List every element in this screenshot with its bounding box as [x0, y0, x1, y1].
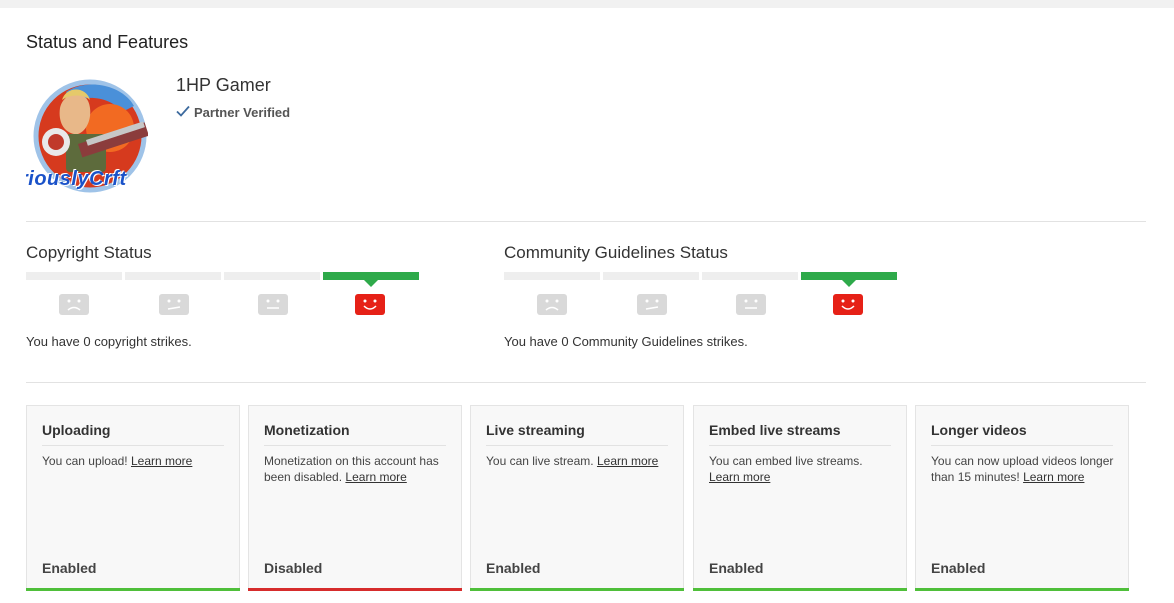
divider	[26, 221, 1146, 222]
community-progress	[504, 272, 897, 287]
copyright-status: Copyright Status You have 0 copyright st…	[26, 243, 426, 349]
feature-card-live-streaming: Live streaming You can live stream. Lear…	[470, 405, 684, 591]
community-level-1	[504, 272, 600, 280]
status-bar-disabled	[248, 588, 462, 591]
community-level-2	[603, 272, 699, 280]
feature-description: You can upload! Learn more	[42, 454, 193, 468]
copyright-level-2	[125, 272, 221, 280]
learn-more-link[interactable]: Learn more	[709, 470, 770, 484]
feature-description: Monetization on this account has been di…	[264, 454, 439, 484]
neutral-face-icon	[258, 294, 288, 315]
checkmark-icon	[176, 105, 190, 120]
community-status-title: Community Guidelines Status	[504, 243, 728, 262]
copyright-level-4	[323, 272, 419, 287]
feature-card-uploading: Uploading You can upload! Learn more Ena…	[26, 405, 240, 591]
feature-status: Disabled	[264, 560, 323, 576]
feature-status: Enabled	[486, 560, 541, 576]
channel-avatar[interactable]: riouslyCrft	[26, 74, 148, 196]
feature-title: Embed live streams	[709, 422, 891, 446]
feature-description: You can embed live streams. Learn more	[709, 454, 863, 484]
divider	[26, 382, 1146, 383]
status-bar-enabled	[915, 588, 1129, 591]
copyright-progress	[26, 272, 419, 287]
feature-title: Longer videos	[931, 422, 1113, 446]
status-bar-enabled	[26, 588, 240, 591]
sad-face-icon	[59, 294, 89, 315]
copyright-strikes-text: You have 0 copyright strikes.	[26, 334, 192, 349]
partner-verified: Partner Verified	[176, 105, 290, 120]
unsure-face-icon	[637, 294, 667, 315]
feature-description: You can live stream. Learn more	[486, 454, 659, 468]
happy-face-icon	[833, 294, 863, 315]
feature-description: You can now upload videos longer than 15…	[931, 454, 1114, 484]
status-bar-enabled	[470, 588, 684, 591]
verified-label: Partner Verified	[194, 105, 291, 120]
learn-more-link[interactable]: Learn more	[597, 454, 658, 468]
sad-face-icon	[537, 294, 567, 315]
status-bar-enabled	[693, 588, 907, 591]
copyright-level-1	[26, 272, 122, 280]
learn-more-link[interactable]: Learn more	[131, 454, 192, 468]
avatar-logo-text: riouslyCrft	[26, 168, 127, 190]
feature-title: Live streaming	[486, 422, 668, 446]
feature-title: Monetization	[264, 422, 446, 446]
feature-status: Enabled	[42, 560, 97, 576]
unsure-face-icon	[159, 294, 189, 315]
learn-more-link[interactable]: Learn more	[345, 470, 406, 484]
feature-card-longer-videos: Longer videos You can now upload videos …	[915, 405, 1129, 591]
community-level-3	[702, 272, 798, 280]
channel-name: 1HP Gamer	[176, 75, 271, 95]
feature-card-monetization: Monetization Monetization on this accoun…	[248, 405, 462, 591]
status-features-panel: Status and Features riouslyCrft 1HP Game…	[0, 8, 1174, 603]
copyright-level-3	[224, 272, 320, 280]
community-status: Community Guidelines Status You have 0 C…	[504, 243, 904, 349]
community-level-4	[801, 272, 897, 287]
feature-card-embed-live-streams: Embed live streams You can embed live st…	[693, 405, 907, 591]
page-title: Status and Features	[26, 32, 189, 52]
copyright-status-title: Copyright Status	[26, 243, 152, 262]
feature-title: Uploading	[42, 422, 224, 446]
feature-status: Enabled	[931, 560, 986, 576]
feature-status: Enabled	[709, 560, 764, 576]
neutral-face-icon	[736, 294, 766, 315]
community-strikes-text: You have 0 Community Guidelines strikes.	[504, 334, 748, 349]
learn-more-link[interactable]: Learn more	[1023, 470, 1084, 484]
happy-face-icon	[355, 294, 385, 315]
